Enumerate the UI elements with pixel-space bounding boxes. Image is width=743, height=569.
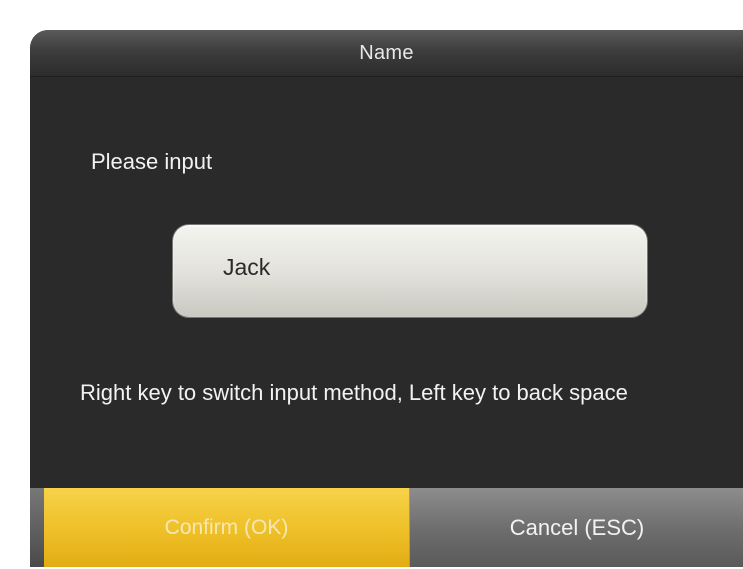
- name-input[interactable]: Jack: [173, 225, 647, 317]
- cancel-button-label: Cancel (ESC): [509, 514, 645, 540]
- title-bar: Name: [30, 30, 743, 77]
- confirm-button[interactable]: Confirm (OK): [44, 488, 409, 567]
- input-prompt: Please input: [91, 149, 213, 174]
- button-row-edge: [30, 488, 44, 567]
- button-row: Confirm (OK) Cancel (ESC): [30, 488, 743, 567]
- input-method-hint: Right key to switch input method, Left k…: [80, 380, 628, 405]
- name-input-value: Jack: [223, 254, 271, 280]
- confirm-button-label: Confirm (OK): [164, 515, 289, 539]
- name-input-dialog: Name Please input Jack Right key to swit…: [30, 30, 743, 567]
- dialog-title: Name: [359, 42, 414, 64]
- cancel-button[interactable]: Cancel (ESC): [409, 488, 743, 567]
